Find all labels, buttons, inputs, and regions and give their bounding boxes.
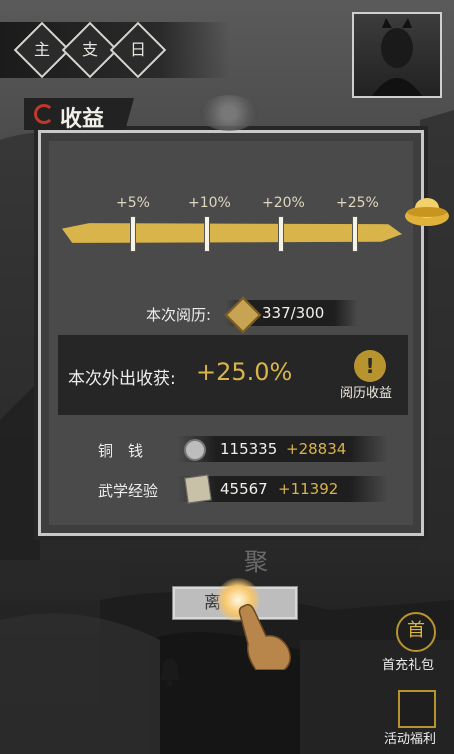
milestone-tick bbox=[204, 216, 210, 252]
gather-character: 聚 bbox=[244, 548, 268, 576]
gold-ingot-icon bbox=[405, 198, 449, 226]
milestone-label: +25% bbox=[336, 195, 379, 211]
martial-exp-bonus: +11392 bbox=[278, 480, 339, 498]
activity-welfare-button[interactable]: 活动福利 bbox=[384, 690, 448, 750]
experience-income-button[interactable]: ! 阅历收益 bbox=[340, 350, 396, 404]
martial-exp-value: 45567 bbox=[220, 480, 268, 498]
experience-income-label: 阅历收益 bbox=[340, 386, 393, 401]
experience-value: 337/300 bbox=[262, 304, 325, 322]
crescent-icon bbox=[34, 104, 54, 124]
copper-label: 铜 钱 bbox=[98, 442, 144, 460]
copper-strip bbox=[178, 436, 388, 462]
manual-icon bbox=[184, 474, 212, 504]
milestone-label: +20% bbox=[262, 195, 305, 211]
gift-box-icon bbox=[398, 690, 436, 728]
character-portrait-icon bbox=[372, 18, 422, 96]
progress-bar bbox=[62, 223, 402, 243]
milestone-tick bbox=[278, 216, 284, 252]
exclamation-icon: ! bbox=[354, 350, 386, 382]
flower-ornament-icon bbox=[200, 95, 258, 131]
outing-label: 本次外出收获: bbox=[68, 369, 176, 389]
outing-value: +25.0% bbox=[196, 358, 293, 386]
copper-value: 115335 bbox=[220, 440, 278, 458]
milestone-label: +10% bbox=[188, 195, 231, 211]
martial-exp-label: 武学经验 bbox=[98, 482, 159, 500]
milestone-label: +5% bbox=[116, 195, 150, 211]
first-recharge-label: 首充礼包 bbox=[382, 658, 435, 673]
milestone-tick bbox=[130, 216, 136, 252]
first-recharge-icon: 首 bbox=[396, 612, 436, 652]
bell-icon[interactable] bbox=[158, 656, 182, 686]
panel-header: 收益 bbox=[24, 98, 224, 132]
coin-icon bbox=[184, 439, 206, 461]
experience-label: 本次阅历: bbox=[146, 306, 212, 324]
copper-bonus: +28834 bbox=[286, 440, 347, 458]
activity-welfare-label: 活动福利 bbox=[384, 732, 437, 747]
character-avatar[interactable] bbox=[352, 12, 442, 98]
milestone-tick bbox=[352, 216, 358, 252]
panel-title: 收益 bbox=[60, 107, 105, 132]
first-recharge-button[interactable]: 首 首充礼包 bbox=[382, 612, 440, 676]
pointing-hand-icon bbox=[238, 603, 291, 670]
